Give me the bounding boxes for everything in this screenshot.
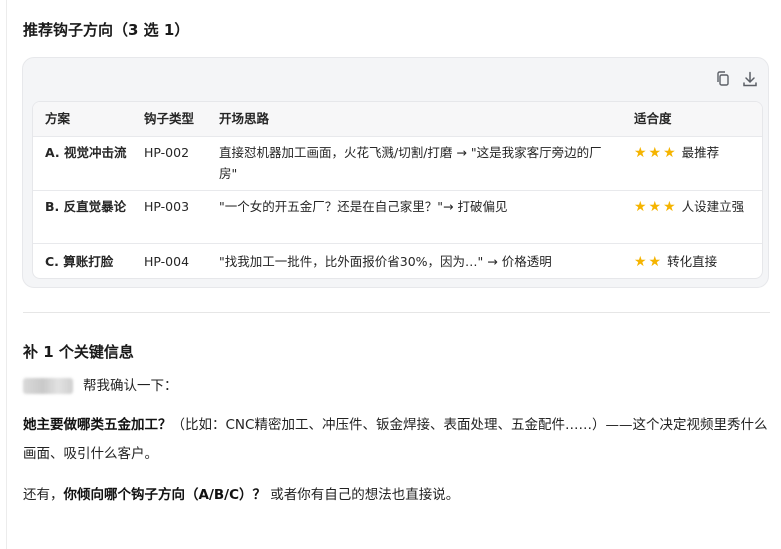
table-row: C. 算账打脸 HP-004 "找我加工一批件，比外面报价省30%，因为…" →… [33,244,762,278]
header-fit: 适合度 [634,111,672,126]
header-plan: 方案 [45,111,71,126]
left-border [6,0,7,549]
redacted-name [23,378,73,394]
copy-icon[interactable] [714,70,732,88]
fit-label: 最推荐 [681,145,720,160]
star-rating: ★★★ [634,199,678,215]
fit-label: 人设建立强 [681,199,745,214]
plan-cell: A. 视觉冲击流 [45,145,127,160]
fit-label: 转化直接 [667,254,718,269]
question-bold: 她主要做哪类五金加工？ [23,417,172,433]
hook-cell: HP-004 [144,254,190,269]
plan-cell: C. 算账打脸 [45,254,114,269]
table-card: 方案 钩子类型 开场思路 适合度 A. 视觉冲击流 HP-002 直接怼机器加工… [22,57,769,288]
hook-cell: HP-003 [144,199,190,214]
header-opening: 开场思路 [219,111,270,126]
opening-cell: 直接怼机器加工画面，火花飞溅/切割/打磨 → "这是我家客厅旁边的厂房" [219,145,602,181]
opening-cell: "一个女的开五金厂？还是在自己家里？"→ 打破偏见 [219,199,508,214]
download-icon[interactable] [741,70,759,88]
question-bold: 你倾向哪个钩子方向（A/B/C）？ [63,487,267,503]
table-row: B. 反直觉暴论 HP-003 "一个女的开五金厂？还是在自己家里？"→ 打破偏… [33,191,762,244]
fit-cell: ★★★ 人设建立强 [634,196,756,218]
table-row: A. 视觉冲击流 HP-002 直接怼机器加工画面，火花飞溅/切割/打磨 → "… [33,137,762,191]
section-title: 补 1 个关键信息 [23,343,134,361]
star-rating: ★★ [634,254,664,270]
question-prefix: 还有， [23,487,64,503]
star-rating: ★★★ [634,145,678,161]
fit-cell: ★★★ 最推荐 [634,142,756,164]
table-header-row: 方案 钩子类型 开场思路 适合度 [33,102,762,137]
question-paragraph: 还有，你倾向哪个钩子方向（A/B/C）？ 或者你有自己的想法也直接说。 [23,481,768,510]
question-detail: 或者你有自己的想法也直接说。 [266,487,460,503]
fit-cell: ★★ 转化直接 [634,251,756,273]
hook-table: 方案 钩子类型 开场思路 适合度 A. 视觉冲击流 HP-002 直接怼机器加工… [32,101,763,279]
section-title: 推荐钩子方向（3 选 1） [23,21,190,39]
section-divider [23,312,770,313]
opening-cell: "找我加工一批件，比外面报价省30%，因为…" → 价格透明 [219,254,552,269]
confirm-text: 帮我确认一下： [83,378,178,394]
question-paragraph: 她主要做哪类五金加工？（比如：CNC精密加工、冲压件、钣金焊接、表面处理、五金配… [23,411,768,469]
hook-cell: HP-002 [144,145,190,160]
header-hook-type: 钩子类型 [144,111,195,126]
plan-cell: B. 反直觉暴论 [45,199,127,214]
